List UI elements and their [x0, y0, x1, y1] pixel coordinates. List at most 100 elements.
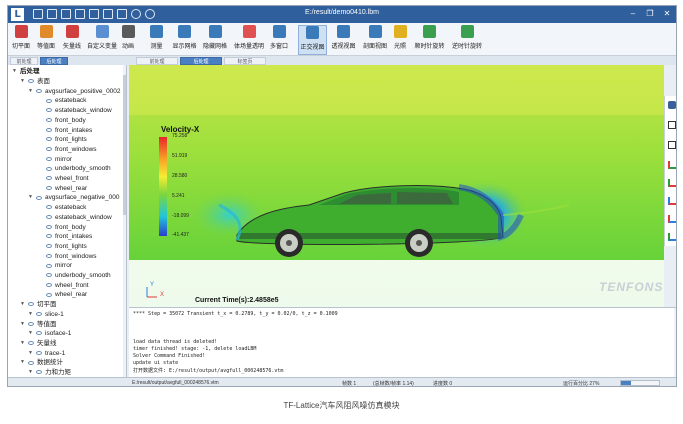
tree-node[interactable]: estateback_window [46, 106, 112, 115]
visibility-eye-icon[interactable] [36, 350, 42, 355]
tree-node[interactable]: mirror [46, 155, 72, 164]
view-zx-icon[interactable] [668, 197, 676, 205]
expand-caret-icon[interactable]: ▼ [12, 67, 17, 76]
visibility-eye-icon[interactable] [46, 224, 52, 229]
tool-perspective-view-button[interactable]: 透视视图 [329, 25, 358, 55]
tool-multi-window-button[interactable]: 多窗口 [268, 25, 290, 55]
tree-node[interactable]: ▼ trace-1 [28, 349, 65, 358]
expand-caret-icon[interactable]: ▼ [28, 329, 33, 338]
visibility-eye-icon[interactable] [28, 321, 34, 326]
tree-node[interactable]: front_lights [46, 135, 87, 144]
tool-lighting-button[interactable]: 光照 [391, 25, 409, 55]
tool-field-transparency-button[interactable]: 体场量透明 [232, 25, 266, 55]
visibility-eye-icon[interactable] [36, 312, 42, 317]
tree-node[interactable]: front_windows [46, 145, 97, 154]
restore-icon[interactable]: ❐ [642, 8, 658, 20]
tree-scrollbar[interactable] [123, 65, 126, 386]
tree-node[interactable]: wheel_rear [46, 184, 87, 193]
output-console[interactable]: **** Step = 35072 Transient t_x = 0.2789… [129, 307, 676, 378]
tree-node[interactable]: ▼ avgsurface_positive_0002 [28, 87, 121, 96]
tree-node[interactable]: ▼ 矢量线 [20, 339, 57, 348]
visibility-eye-icon[interactable] [46, 108, 52, 113]
visibility-eye-icon[interactable] [36, 195, 42, 200]
expand-caret-icon[interactable]: ▼ [20, 77, 25, 86]
pan-icon[interactable] [668, 121, 676, 129]
tree-node[interactable]: front_body [46, 223, 86, 232]
view-xz-icon[interactable] [668, 215, 676, 223]
visibility-eye-icon[interactable] [46, 147, 52, 152]
tool-isosurface-button[interactable]: 等值面 [34, 25, 58, 55]
tool-animation-button[interactable]: 动画 [120, 25, 136, 55]
3d-viewport[interactable]: Velocity-X 75.258 51.919 28.580 5.241 -1… [129, 65, 664, 307]
scrollbar-thumb[interactable] [123, 75, 126, 215]
tree-node[interactable]: ▼ 表面 [20, 77, 50, 86]
tree-node[interactable]: front_intakes [46, 126, 92, 135]
tree-node[interactable]: ▼ isoface-1 [28, 329, 71, 338]
tree-node[interactable]: wheel_front [46, 174, 89, 183]
tool-custom-variable-button[interactable]: 自定义变量 [86, 25, 118, 55]
visibility-eye-icon[interactable] [46, 185, 52, 190]
tree-node[interactable]: ▼ 力和力矩 [28, 368, 71, 377]
view-yx-icon[interactable] [668, 179, 676, 187]
visibility-eye-icon[interactable] [46, 273, 52, 278]
tree-node[interactable]: front_intakes [46, 232, 92, 241]
view-cube-icon[interactable] [668, 101, 676, 109]
tree-node[interactable]: estateback [46, 96, 86, 105]
visibility-eye-icon[interactable] [46, 244, 52, 249]
expand-caret-icon[interactable]: ▼ [20, 339, 25, 348]
visibility-eye-icon[interactable] [46, 215, 52, 220]
tool-measure-button[interactable]: 测量 [148, 25, 165, 55]
visibility-eye-icon[interactable] [46, 137, 52, 142]
tab-view-postprocess[interactable]: 后处理 [180, 57, 222, 65]
expand-caret-icon[interactable]: ▼ [28, 87, 33, 96]
expand-caret-icon[interactable]: ▼ [20, 300, 25, 309]
console-scrollbar[interactable] [674, 308, 676, 378]
tree-node[interactable]: underbody_smooth [46, 164, 111, 173]
visibility-eye-icon[interactable] [28, 341, 34, 346]
visibility-eye-icon[interactable] [46, 205, 52, 210]
visibility-eye-icon[interactable] [46, 292, 52, 297]
tool-ortho-view-button[interactable]: 正交视图 [298, 25, 327, 55]
visibility-eye-icon[interactable] [36, 88, 42, 93]
tree-root[interactable]: ▼ 后处理 [12, 67, 40, 76]
tool-hide-mesh-button[interactable]: 隐藏网格 [200, 25, 230, 55]
fit-view-icon[interactable] [668, 141, 676, 149]
visibility-eye-icon[interactable] [28, 360, 34, 365]
tree-node[interactable]: underbody_smooth [46, 271, 111, 280]
tool-rotate-clockwise-button[interactable]: 顺时针旋转 [413, 25, 446, 55]
visibility-eye-icon[interactable] [36, 331, 42, 336]
view-xy-icon[interactable] [668, 161, 676, 169]
visibility-eye-icon[interactable] [36, 370, 42, 375]
tool-slice-plane-button[interactable]: 切平面 [10, 25, 32, 55]
visibility-eye-icon[interactable] [46, 98, 52, 103]
expand-caret-icon[interactable]: ▼ [28, 310, 33, 319]
visibility-eye-icon[interactable] [46, 282, 52, 287]
tab-view-preprocess[interactable]: 前处理 [136, 57, 178, 65]
tree-node[interactable]: ▼ 切平面 [20, 300, 57, 309]
expand-caret-icon[interactable]: ▼ [20, 358, 25, 367]
visibility-eye-icon[interactable] [46, 166, 52, 171]
expand-caret-icon[interactable]: ▼ [28, 368, 33, 377]
tree-node[interactable]: wheel_rear [46, 290, 87, 299]
visibility-eye-icon[interactable] [46, 234, 52, 239]
tree-node[interactable]: wheel_front [46, 281, 89, 290]
tree-node[interactable]: mirror [46, 261, 72, 270]
tree-node[interactable]: ▼ slice-1 [28, 310, 64, 319]
visibility-eye-icon[interactable] [28, 79, 34, 84]
tool-show-mesh-button[interactable]: 显示网格 [171, 25, 198, 55]
visibility-eye-icon[interactable] [28, 302, 34, 307]
visibility-eye-icon[interactable] [46, 156, 52, 161]
visibility-eye-icon[interactable] [46, 176, 52, 181]
tree-node[interactable]: ▼ avgsurface_negative_000 [28, 193, 119, 202]
tab-left-preprocess[interactable]: 前处理 [10, 57, 38, 65]
tree-node[interactable]: ▼ 数据统计 [20, 358, 63, 367]
tree-node[interactable]: ▼ 等值面 [20, 320, 57, 329]
tool-vector-lines-button[interactable]: 矢量线 [60, 25, 84, 55]
tab-left-postprocess[interactable]: 后处理 [40, 57, 68, 65]
visibility-eye-icon[interactable] [46, 127, 52, 132]
tree-node[interactable]: front_body [46, 116, 86, 125]
tab-view-extra[interactable]: 标签页 [224, 57, 266, 65]
tool-section-view-button[interactable]: 剖面视图 [361, 25, 389, 55]
tree-node[interactable]: front_windows [46, 252, 97, 261]
expand-caret-icon[interactable]: ▼ [20, 320, 25, 329]
